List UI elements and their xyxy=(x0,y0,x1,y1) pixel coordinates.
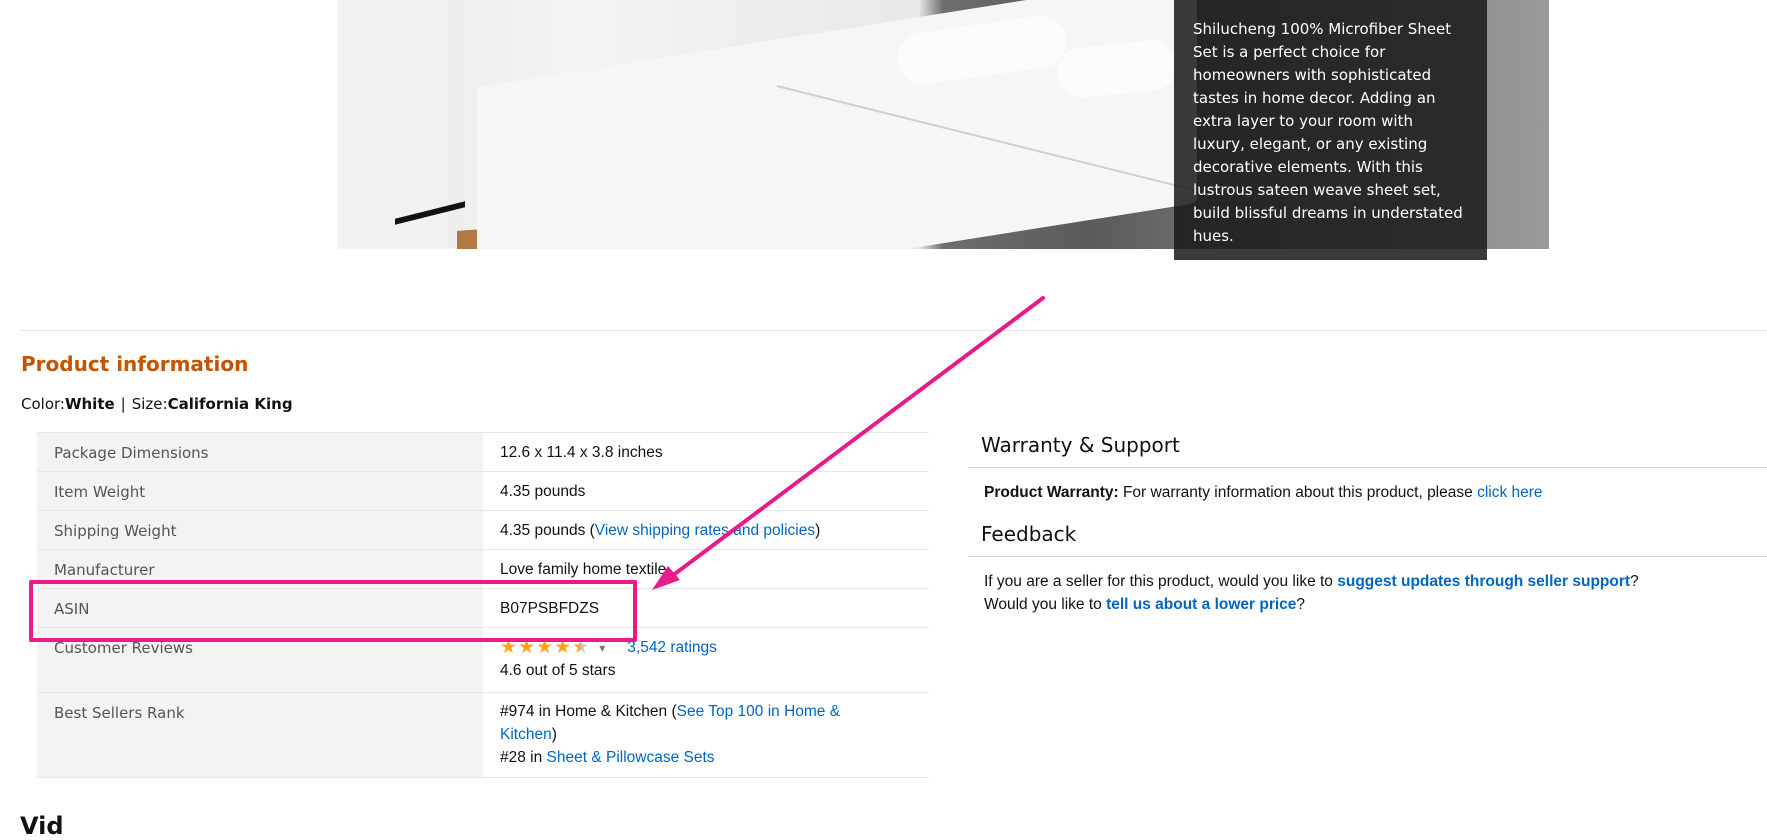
table-row: Package Dimensions 12.6 x 11.4 x 3.8 inc… xyxy=(37,432,929,472)
videos-heading-partial: Vid xyxy=(20,812,64,840)
variation-separator: | xyxy=(120,395,126,413)
rank-suffix: ) xyxy=(551,726,557,743)
warranty-support-heading: Warranty & Support xyxy=(981,433,1180,457)
hero-bed xyxy=(477,0,1197,249)
asin-highlight-box xyxy=(29,580,637,642)
hero-overlay-text: Shilucheng 100% Microfiber Sheet Set is … xyxy=(1174,0,1487,260)
feedback-seller-suffix: ? xyxy=(1630,573,1639,590)
table-row: Shipping Weight 4.35 pounds (View shippi… xyxy=(37,510,929,550)
sheet-pillowcase-link[interactable]: Sheet & Pillowcase Sets xyxy=(547,749,715,766)
variation-summary: Color:White | Size:California King xyxy=(21,395,293,413)
warranty-label: Product Warranty: xyxy=(984,484,1119,501)
feedback-divider xyxy=(968,556,1767,557)
row-label: Best Sellers Rank xyxy=(37,692,483,778)
row-value: 4.35 pounds xyxy=(483,471,929,511)
row-value: 4.35 pounds (View shipping rates and pol… xyxy=(483,510,929,550)
product-warranty: Product Warranty: For warranty informati… xyxy=(984,484,1543,502)
product-information-heading: Product information xyxy=(21,352,249,376)
row-label: Item Weight xyxy=(37,471,483,511)
color-value: White xyxy=(64,395,115,413)
warranty-text: For warranty information about this prod… xyxy=(1122,484,1473,501)
lower-price-link[interactable]: tell us about a lower price xyxy=(1106,596,1296,613)
size-label: Size: xyxy=(131,395,168,413)
color-label: Color: xyxy=(21,395,65,413)
feedback-price-suffix: ? xyxy=(1296,596,1306,613)
warranty-divider xyxy=(968,467,1767,468)
rating-text: 4.6 out of 5 stars xyxy=(500,662,616,680)
suggest-updates-link[interactable]: suggest updates through seller support xyxy=(1337,573,1630,590)
shipping-weight-value: 4.35 pounds ( xyxy=(500,522,595,539)
section-divider xyxy=(20,330,1767,331)
feedback-heading: Feedback xyxy=(981,522,1077,546)
shipping-rates-link[interactable]: View shipping rates and policies xyxy=(595,522,815,539)
feedback-line-price: Would you like to tell us about a lower … xyxy=(984,596,1305,614)
size-value: California King xyxy=(167,395,293,413)
ratings-count-link[interactable]: 3,542 ratings xyxy=(627,639,717,656)
feedback-price-text: Would you like to xyxy=(984,596,1102,613)
feedback-seller-text: If you are a seller for this product, wo… xyxy=(984,573,1333,590)
row-label: Shipping Weight xyxy=(37,510,483,550)
rank-sheet-sets: #28 in xyxy=(500,749,547,766)
table-row: Best Sellers Rank #974 in Home & Kitchen… xyxy=(37,692,929,778)
rank-home-kitchen: #974 in Home & Kitchen ( xyxy=(500,703,677,720)
row-value: 12.6 x 11.4 x 3.8 inches xyxy=(483,432,929,472)
row-label: Package Dimensions xyxy=(37,432,483,472)
chevron-down-icon[interactable]: ▾ xyxy=(599,641,605,655)
row-value: #974 in Home & Kitchen (See Top 100 in H… xyxy=(483,692,929,778)
shipping-weight-suffix: ) xyxy=(815,522,821,539)
feedback-line-seller: If you are a seller for this product, wo… xyxy=(984,573,1639,591)
warranty-click-here-link[interactable]: click here xyxy=(1477,484,1542,501)
table-row: Item Weight 4.35 pounds xyxy=(37,471,929,511)
